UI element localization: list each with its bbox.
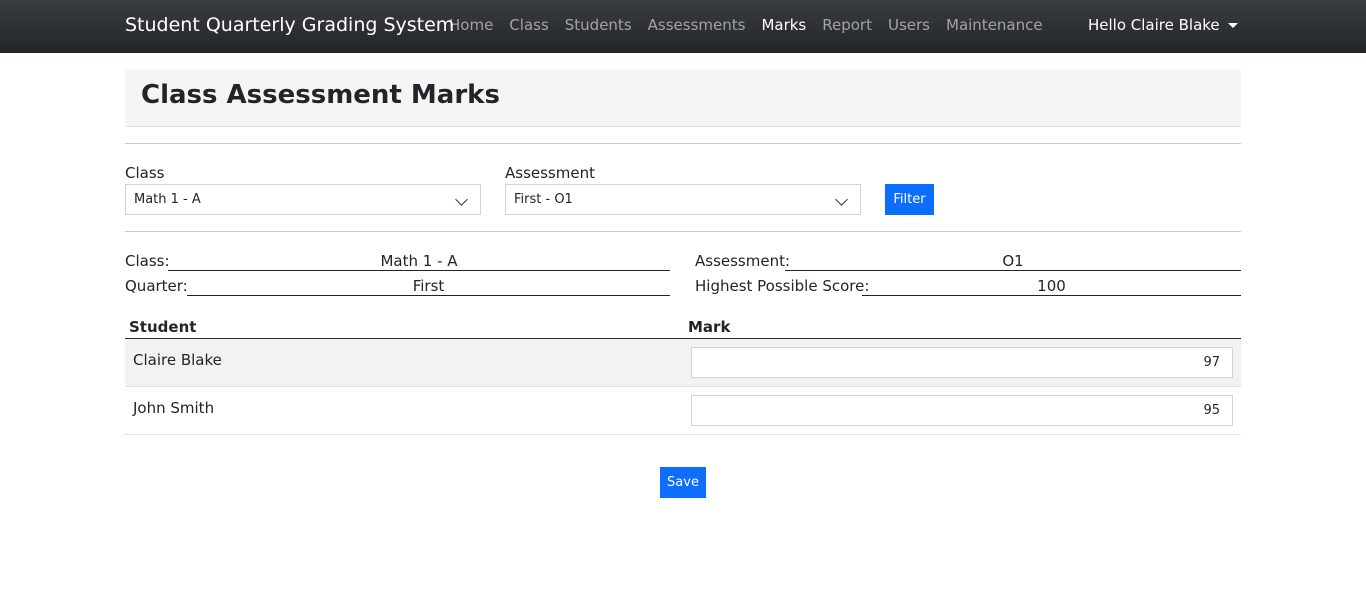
info-class-label: Class: <box>125 252 170 270</box>
save-button[interactable]: Save <box>660 467 706 498</box>
nav-link-maintenance[interactable]: Maintenance <box>946 16 1043 34</box>
divider <box>125 231 1241 232</box>
info-assessment-value: O1 <box>785 252 1241 271</box>
nav-links: Home Class Students Assessments Marks Re… <box>449 16 1043 34</box>
user-dropdown[interactable]: Hello Claire Blake <box>1088 16 1238 34</box>
info-quarter-value: First <box>187 277 670 296</box>
table-row: Claire Blake 97 <box>125 339 1241 387</box>
mark-input[interactable]: 97 <box>691 347 1233 378</box>
student-name: John Smith <box>133 399 215 417</box>
nav-link-assessments[interactable]: Assessments <box>648 16 746 34</box>
class-select-label: Class <box>125 164 165 182</box>
info-class-value: Math 1 - A <box>168 252 670 271</box>
assessment-select-value: First - O1 <box>514 192 573 207</box>
info-assessment-label: Assessment: <box>695 252 791 270</box>
nav-link-report[interactable]: Report <box>822 16 872 34</box>
top-navbar: Student Quarterly Grading System Home Cl… <box>0 0 1366 53</box>
table-row: John Smith 95 <box>125 387 1241 435</box>
mark-input[interactable]: 95 <box>691 395 1233 426</box>
nav-link-users[interactable]: Users <box>888 16 930 34</box>
class-select[interactable]: Math 1 - A <box>125 184 481 215</box>
page-title: Class Assessment Marks <box>141 80 500 110</box>
nav-link-marks[interactable]: Marks <box>761 16 806 34</box>
nav-link-class[interactable]: Class <box>509 16 548 34</box>
info-hps-value: 100 <box>862 277 1241 296</box>
nav-link-home[interactable]: Home <box>449 16 493 34</box>
assessment-select-label: Assessment <box>505 164 595 182</box>
class-select-value: Math 1 - A <box>134 192 201 207</box>
brand-title[interactable]: Student Quarterly Grading System <box>125 14 454 36</box>
chevron-down-icon <box>455 193 468 206</box>
info-quarter-label: Quarter: <box>125 277 188 295</box>
page-header: Class Assessment Marks <box>125 69 1241 127</box>
table-header-mark: Mark <box>688 318 731 336</box>
assessment-select[interactable]: First - O1 <box>505 184 861 215</box>
divider <box>125 143 1241 144</box>
chevron-down-icon <box>835 193 848 206</box>
filter-button[interactable]: Filter <box>885 184 934 215</box>
table-header-student: Student <box>129 318 197 336</box>
info-hps-label: Highest Possible Score: <box>695 277 870 295</box>
nav-link-students[interactable]: Students <box>565 16 632 34</box>
caret-down-icon <box>1227 23 1238 28</box>
user-greeting: Hello Claire Blake <box>1088 16 1220 34</box>
student-name: Claire Blake <box>133 351 222 369</box>
